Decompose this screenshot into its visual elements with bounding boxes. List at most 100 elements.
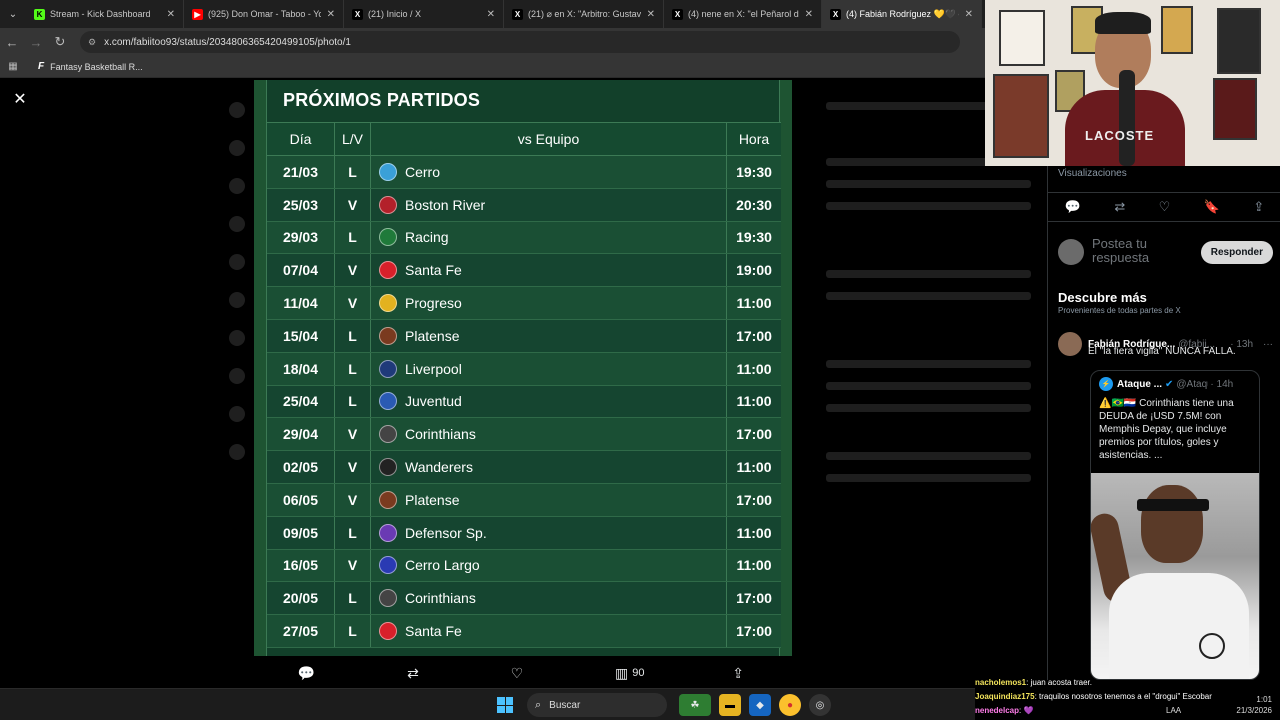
table-row: 07/04 V Santa Fe 19:00	[267, 254, 781, 288]
reload-icon[interactable]: ↻	[48, 34, 72, 50]
chat-username: nacholemos1	[975, 678, 1027, 687]
apps-grid-icon[interactable]: ▦	[0, 61, 26, 72]
discover-title: Descubre más	[1058, 290, 1147, 305]
search-icon: ⌕	[535, 698, 542, 711]
windows-taskbar: ⌕ Buscar ☘ ▬ ◆ ● ◎	[0, 688, 975, 720]
reply-icon: 💬	[297, 664, 316, 681]
heart-icon[interactable]: ♡	[1159, 199, 1171, 215]
fixture-date: 02/05	[267, 451, 335, 483]
chat-text: : juan acosta traer.	[1026, 678, 1092, 687]
close-icon[interactable]: ✕	[12, 92, 28, 108]
header-equipo: vs Equipo	[371, 123, 727, 155]
opponent-name: Corinthians	[405, 590, 476, 607]
repost-button[interactable]: ⇄	[407, 665, 423, 682]
browser-tab[interactable]: K Stream - Kick Dashboard ✕	[26, 0, 184, 28]
fixture-opponent: Liverpool	[371, 352, 727, 385]
browser-tab[interactable]: X (4) Fabián Rodríguez 💛🖤 en X ✕	[822, 0, 982, 28]
avatar[interactable]	[1058, 332, 1082, 356]
bookmarks-bar: ▦ F Fantasy Basketball R...	[0, 56, 985, 78]
quote-photo[interactable]	[1091, 473, 1259, 679]
fixture-date: 18/04	[267, 352, 335, 385]
fixture-opponent: Defensor Sp.	[371, 516, 727, 549]
table-row: 18/04 L Liverpool 11:00	[267, 352, 781, 386]
photo-action-bar: 💬 ⇄ ♡ ▥ 90 ⇪	[254, 660, 792, 686]
store-icon[interactable]: ◆	[749, 694, 771, 716]
browser-tab[interactable]: X (4) nene en X: "el Peñarol de Diego ✕	[664, 0, 822, 28]
fixture-opponent: Juventud	[371, 385, 727, 418]
opponent-name: Cerro Largo	[405, 557, 480, 574]
views-button[interactable]: ▥ 90	[615, 665, 644, 682]
back-icon[interactable]: ←	[0, 35, 24, 50]
bookmark-fantasy-basketball[interactable]: F Fantasy Basketball R...	[38, 61, 143, 72]
fixture-home-away: V	[335, 549, 371, 582]
fixture-opponent: Progreso	[371, 287, 727, 319]
fixture-opponent: Santa Fe	[371, 254, 727, 287]
webcam-overlay: LACOSTE	[985, 0, 1280, 166]
fixture-time: 11:00	[736, 295, 772, 312]
share-button[interactable]: ⇪	[732, 665, 748, 682]
x-logo-icon: X	[830, 8, 841, 20]
taskbar-search-input[interactable]: ⌕ Buscar	[527, 693, 667, 717]
responder-button[interactable]: Responder	[1200, 240, 1273, 264]
shirt-text: LACOSTE	[1085, 128, 1155, 143]
team-crest-icon	[379, 490, 397, 509]
fixture-date: 09/05	[267, 516, 335, 549]
forward-icon[interactable]: →	[24, 35, 48, 50]
fixture-home-away: L	[335, 221, 371, 254]
browser-tab[interactable]: X (21) ⌀ en X: "Arbitro: Gustavo Tejera ✕	[504, 0, 664, 28]
close-tab-icon[interactable]: ✕	[167, 9, 175, 20]
discover-subtitle: Provenientes de todas partes de X	[1058, 306, 1181, 315]
reply-button[interactable]: 💬	[298, 665, 319, 682]
obs-icon[interactable]: ◎	[809, 694, 831, 716]
heart-icon: ♡	[510, 664, 524, 681]
reply-icon[interactable]: 💬	[1065, 199, 1081, 215]
windows-start-icon[interactable]	[497, 697, 513, 713]
close-tab-icon[interactable]: ✕	[805, 9, 813, 20]
fixtures-table: PRÓXIMOS PARTIDOS Día L/V vs Equipo Hora…	[266, 80, 781, 656]
youtube-icon: ▶	[192, 8, 203, 20]
team-crest-icon	[379, 458, 397, 477]
browser-tab[interactable]: X (21) Inicio / X ✕	[344, 0, 504, 28]
reply-input[interactable]: Postea tu respuesta	[1092, 237, 1182, 267]
widgets-icon[interactable]: ☘	[679, 694, 711, 716]
site-info-icon[interactable]: ⚙	[88, 37, 96, 48]
more-options-icon[interactable]: ···	[1263, 339, 1273, 350]
like-button[interactable]: ♡	[511, 665, 528, 682]
views-label: Visualizaciones	[1058, 168, 1127, 179]
team-crest-icon	[379, 261, 397, 280]
fixture-date: 11/04	[267, 287, 335, 319]
fixture-time: 17:00	[736, 491, 772, 508]
fixture-date: 21/03	[267, 156, 335, 188]
browser-tab[interactable]: ▶ (925) Don Omar - Taboo - YouTube ✕	[184, 0, 344, 28]
fixture-date: 16/05	[267, 549, 335, 582]
tab-title: (4) nene en X: "el Peñarol de Diego	[688, 9, 799, 19]
bookmark-icon[interactable]: 🔖	[1204, 199, 1220, 215]
header-dia: Día	[267, 123, 335, 155]
fixture-time: 11:00	[736, 459, 772, 476]
views-count: 90	[632, 667, 645, 679]
table-row: 29/04 V Corinthians 17:00	[267, 418, 781, 452]
opponent-name: Platense	[405, 491, 460, 508]
file-explorer-icon[interactable]: ▬	[719, 694, 741, 716]
header-hora: Hora	[738, 131, 770, 147]
share-icon[interactable]: ⇪	[1253, 199, 1264, 215]
chrome-icon[interactable]: ●	[779, 694, 801, 716]
tab-search-menu-icon[interactable]: ⌄	[0, 0, 26, 28]
quoted-tweet[interactable]: ⚡ Ataque ... ✔ @Ataqu... · 14h ⚠️🇧🇷🇵🇾 Co…	[1090, 370, 1260, 680]
fixture-date: 27/05	[267, 615, 335, 647]
close-tab-icon[interactable]: ✕	[327, 9, 335, 20]
team-crest-icon	[379, 195, 397, 214]
x-logo-icon: X	[672, 8, 683, 20]
chat-username: Joaquindiaz175	[975, 692, 1035, 701]
close-tab-icon[interactable]: ✕	[487, 9, 495, 20]
tweet-action-bar: 💬 ⇄ ♡ 🔖 ⇪	[1048, 192, 1280, 222]
close-tab-icon[interactable]: ✕	[965, 9, 973, 20]
url-input[interactable]: ⚙ x.com/fabiitoo93/status/20348063654204…	[80, 31, 960, 53]
fixture-opponent: Cerro Largo	[371, 549, 727, 582]
close-tab-icon[interactable]: ✕	[647, 9, 655, 20]
repost-icon[interactable]: ⇄	[1114, 199, 1125, 215]
chat-text: : traquilos nosotros tenemos a el "drogu…	[1034, 692, 1212, 701]
address-bar-row: ← → ↻ ⚙ x.com/fabiitoo93/status/20348063…	[0, 28, 985, 56]
fixture-date: 29/04	[267, 418, 335, 451]
tweet-card[interactable]: Fabián Rodrígue... @fabii... · 13h ··· E…	[1058, 332, 1273, 357]
